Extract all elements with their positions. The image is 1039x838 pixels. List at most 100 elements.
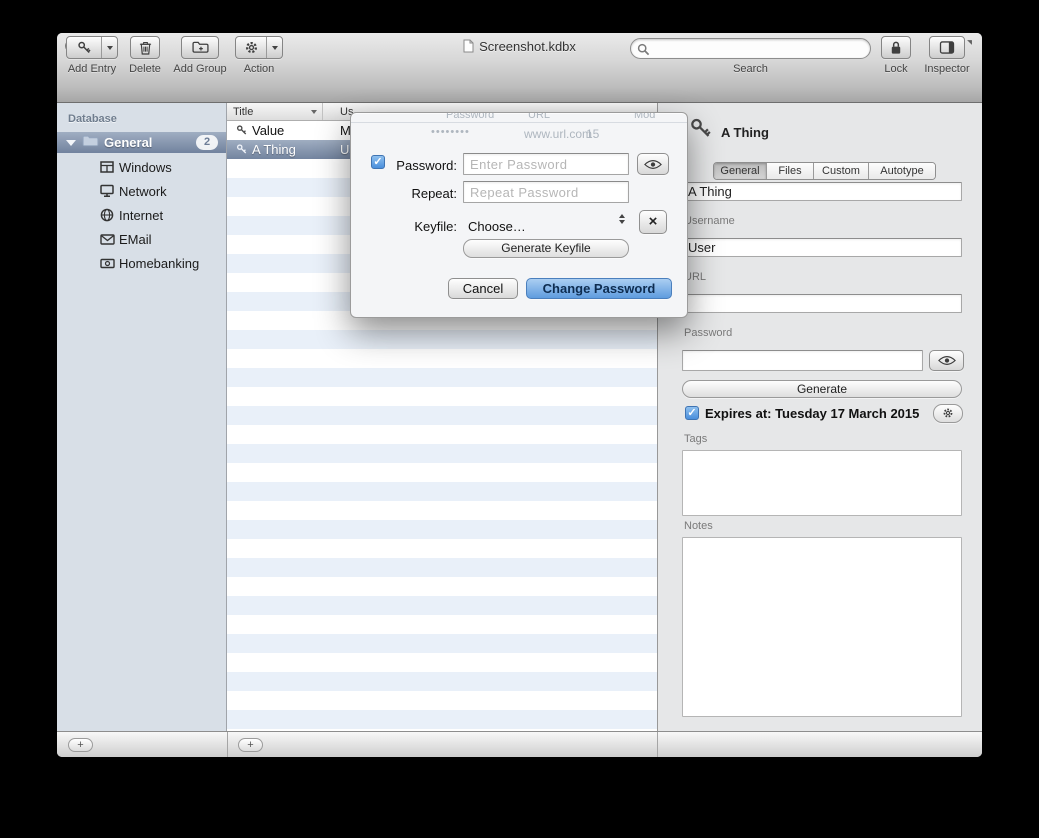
column-divider[interactable] (322, 103, 323, 120)
group-count-badge: 2 (196, 135, 218, 150)
ghost-url-value: www.url.com (524, 127, 592, 141)
sidebar-item-windows[interactable]: Windows (57, 157, 226, 177)
add-entry-label: Add Entry (61, 63, 123, 75)
sidebar-item-label: Homebanking (119, 256, 199, 271)
tab-autotype[interactable]: Autotype (868, 163, 935, 179)
cancel-button[interactable]: Cancel (448, 278, 518, 299)
password-enabled-checkbox[interactable] (371, 155, 385, 169)
globe-icon (99, 208, 115, 222)
folder-icon (192, 37, 209, 58)
action-dropdown-arrow-icon[interactable] (266, 37, 282, 58)
tab-general[interactable]: General (714, 163, 766, 179)
change-password-button[interactable]: Change Password (526, 278, 672, 299)
key-icon (236, 143, 248, 158)
keyfile-popup-button[interactable]: Choose… (468, 219, 526, 234)
sidebar-section-header: Database (68, 113, 117, 125)
dialog-keyfile-label: Keyfile: (385, 219, 457, 234)
password-label: Password (684, 327, 732, 339)
password-field[interactable] (682, 350, 923, 371)
document-icon (463, 39, 474, 53)
tags-label: Tags (684, 433, 707, 445)
add-entry-button[interactable]: Add Entry (61, 36, 123, 59)
eye-icon (938, 355, 956, 366)
search-input[interactable] (655, 40, 863, 57)
envelope-icon (99, 234, 115, 245)
sidebar-item-homebanking[interactable]: Homebanking (57, 253, 226, 273)
ghost-column-url: URL (528, 112, 550, 121)
add-group-button[interactable]: Add Group (171, 36, 229, 59)
key-icon (236, 124, 248, 139)
generate-keyfile-button[interactable]: Generate Keyfile (463, 239, 629, 258)
ghost-column-password: Password (446, 112, 494, 121)
gear-icon (942, 407, 954, 419)
sidebar-item-label: Network (119, 184, 167, 199)
delete-label: Delete (119, 63, 171, 75)
sidebar-item-email[interactable]: EMail (57, 229, 226, 249)
gear-icon (236, 37, 266, 58)
lock-button[interactable]: Lock (871, 36, 921, 59)
delete-button[interactable]: Delete (119, 36, 171, 59)
add-group-footer-button[interactable]: + (68, 738, 93, 752)
ghost-modified-value: 15 (586, 127, 599, 141)
banknote-icon (99, 258, 115, 269)
windows-icon (99, 160, 115, 174)
footer-divider (227, 732, 228, 757)
dialog-password-label: Password: (385, 158, 457, 173)
window-chrome[interactable]: Screenshot.kdbx Add Entry Delete (57, 33, 982, 103)
username-field[interactable] (682, 238, 962, 257)
dialog-password-input[interactable] (463, 153, 629, 175)
inspector-entry-title: A Thing (721, 125, 769, 140)
inspector-panel: A Thing General Files Custom Autotype Us… (657, 103, 982, 731)
ghost-password-dots: •••••••• (431, 126, 470, 138)
search-field[interactable] (630, 38, 871, 59)
sidebar-group-general[interactable]: General 2 (57, 132, 226, 153)
sort-arrow-icon (311, 110, 317, 114)
entry-title: Value (252, 123, 284, 138)
trash-icon (139, 37, 152, 58)
dialog-reveal-password-button[interactable] (637, 153, 669, 175)
sidebar-item-label: Windows (119, 160, 172, 175)
sidebar: Database General 2 Windows Network (57, 103, 227, 731)
ghost-column-modified: Mod (634, 112, 655, 121)
entry-title: A Thing (252, 142, 296, 157)
url-field[interactable] (682, 294, 962, 313)
inspector-button[interactable]: Inspector (919, 36, 975, 59)
generate-password-button[interactable]: Generate (682, 380, 962, 398)
reveal-password-button[interactable] (929, 350, 964, 371)
eye-icon (644, 159, 662, 170)
popup-stepper-icon[interactable] (619, 214, 625, 224)
add-entry-footer-button[interactable]: + (238, 738, 263, 752)
add-entry-dropdown-arrow-icon[interactable] (101, 37, 117, 58)
action-button[interactable]: Action (230, 36, 288, 59)
inspector-label: Inspector (919, 63, 975, 75)
tab-custom[interactable]: Custom (813, 163, 868, 179)
display-icon (99, 184, 115, 198)
notes-label: Notes (684, 520, 713, 532)
entry-key-icon (689, 116, 713, 143)
title-field[interactable] (682, 182, 962, 201)
padlock-icon (890, 37, 902, 58)
search-icon (637, 43, 650, 56)
change-password-dialog: Password URL Mod •••••••• www.url.com 15… (350, 112, 688, 318)
disclosure-triangle-icon[interactable] (66, 140, 76, 146)
notes-field[interactable] (682, 537, 962, 717)
clear-keyfile-button[interactable] (639, 210, 667, 234)
inspector-panel-icon (939, 37, 955, 58)
window-title: Screenshot.kdbx (479, 39, 576, 54)
app-window: Screenshot.kdbx Add Entry Delete (57, 33, 982, 757)
expires-label: Expires at: Tuesday 17 March 2015 (705, 406, 919, 421)
sidebar-item-label: Internet (119, 208, 163, 223)
sidebar-item-label: EMail (119, 232, 152, 247)
tab-files[interactable]: Files (766, 163, 813, 179)
dialog-repeat-input[interactable] (463, 181, 629, 203)
add-group-label: Add Group (171, 63, 229, 75)
sidebar-item-network[interactable]: Network (57, 181, 226, 201)
window-footer: + + (57, 731, 982, 757)
expires-settings-button[interactable] (933, 404, 963, 423)
sidebar-item-internet[interactable]: Internet (57, 205, 226, 225)
column-header-title[interactable]: Title (233, 106, 253, 118)
expires-checkbox[interactable] (685, 406, 699, 420)
tags-field[interactable] (682, 450, 962, 516)
ghost-header-line (351, 122, 687, 123)
search-label: Search (630, 63, 871, 75)
